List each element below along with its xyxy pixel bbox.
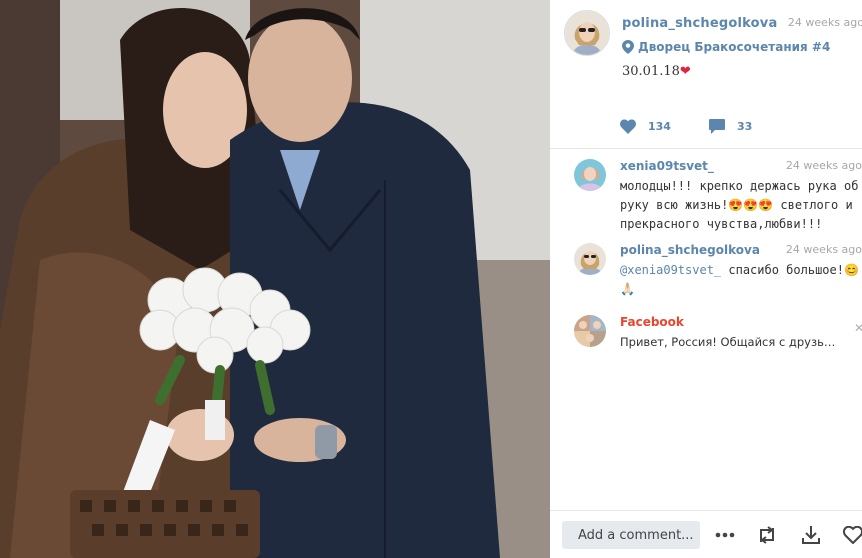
post-location[interactable]: Дворец Бракосочетания #4	[622, 40, 830, 54]
post-photo[interactable]	[0, 0, 550, 558]
comment-text: молодцы!!! крепко держась рука об руку в…	[620, 179, 859, 231]
caption-heart-emoji: ❤	[679, 64, 691, 79]
repost-glyph	[760, 526, 774, 544]
suggestion-item[interactable]: Facebook Привет, Россия! Общайся с друзь…	[574, 315, 862, 355]
comment-username[interactable]: polina_shchegolkova	[620, 243, 760, 257]
post-photo-illustration	[0, 0, 550, 558]
location-label: Дворец Бракосочетания #4	[638, 40, 831, 54]
caption-text: 30.01.18	[622, 64, 680, 79]
likes-count: 134	[648, 120, 671, 133]
owner-avatar-image	[565, 11, 609, 55]
commenter-avatar[interactable]	[574, 159, 606, 191]
heart-outline-icon[interactable]	[842, 524, 862, 546]
heart-outline-glyph	[843, 526, 862, 544]
comments-count: 33	[736, 120, 753, 133]
comment-toolbar: Add a comment...	[550, 510, 862, 558]
add-comment-button[interactable]: Add a comment...	[562, 521, 700, 549]
suggestion-avatar-image	[574, 315, 606, 347]
comment-item: polina_shchegolkova 24 weeks ago @xenia0…	[574, 243, 862, 303]
download-glyph	[802, 526, 820, 544]
likes-stat[interactable]: 134	[620, 119, 671, 134]
like-heart-icon	[620, 119, 636, 134]
repost-icon[interactable]	[756, 524, 778, 546]
more-dots-icon[interactable]	[714, 524, 736, 546]
close-icon[interactable]: ✕	[854, 321, 862, 335]
suggestion-name[interactable]: Facebook	[620, 315, 684, 329]
comment-username[interactable]: xenia09tsvet_	[620, 159, 714, 173]
post-timestamp: 24 weeks ago	[787, 16, 862, 29]
commenter-avatar[interactable]	[574, 243, 606, 275]
download-icon[interactable]	[800, 524, 822, 546]
comment-item: xenia09tsvet_ 24 weeks ago молодцы!!! кр…	[574, 159, 862, 239]
post-details-panel: polina_shchegolkova 24 weeks ago Дворец …	[550, 0, 862, 558]
suggestion-avatar	[574, 315, 606, 347]
post-caption: 30.01.18❤	[622, 64, 691, 79]
more-dots-glyph	[715, 532, 735, 538]
comment-bubble-icon	[708, 119, 725, 134]
comment-mention[interactable]: @xenia09tsvet_	[620, 263, 721, 277]
comment-text: @xenia09tsvet_ спасибо большое!😊 🙏🏻	[620, 261, 860, 299]
suggestion-text: Привет, Россия! Общайся с друзьями и бли…	[620, 335, 842, 349]
comment-timestamp: 24 weeks ago	[785, 243, 862, 256]
commenter-avatar-image	[574, 243, 606, 275]
commenter-avatar-image	[574, 159, 606, 191]
comments-stat[interactable]: 33	[708, 119, 753, 134]
location-pin-icon	[622, 40, 634, 54]
stats-divider	[550, 148, 862, 149]
comment-timestamp: 24 weeks ago	[785, 159, 862, 172]
post-stats: 134 33	[620, 119, 790, 134]
post-header: polina_shchegolkova 24 weeks ago Дворец …	[564, 10, 862, 70]
owner-username[interactable]: polina_shchegolkova	[622, 16, 777, 31]
owner-avatar[interactable]	[564, 10, 610, 56]
